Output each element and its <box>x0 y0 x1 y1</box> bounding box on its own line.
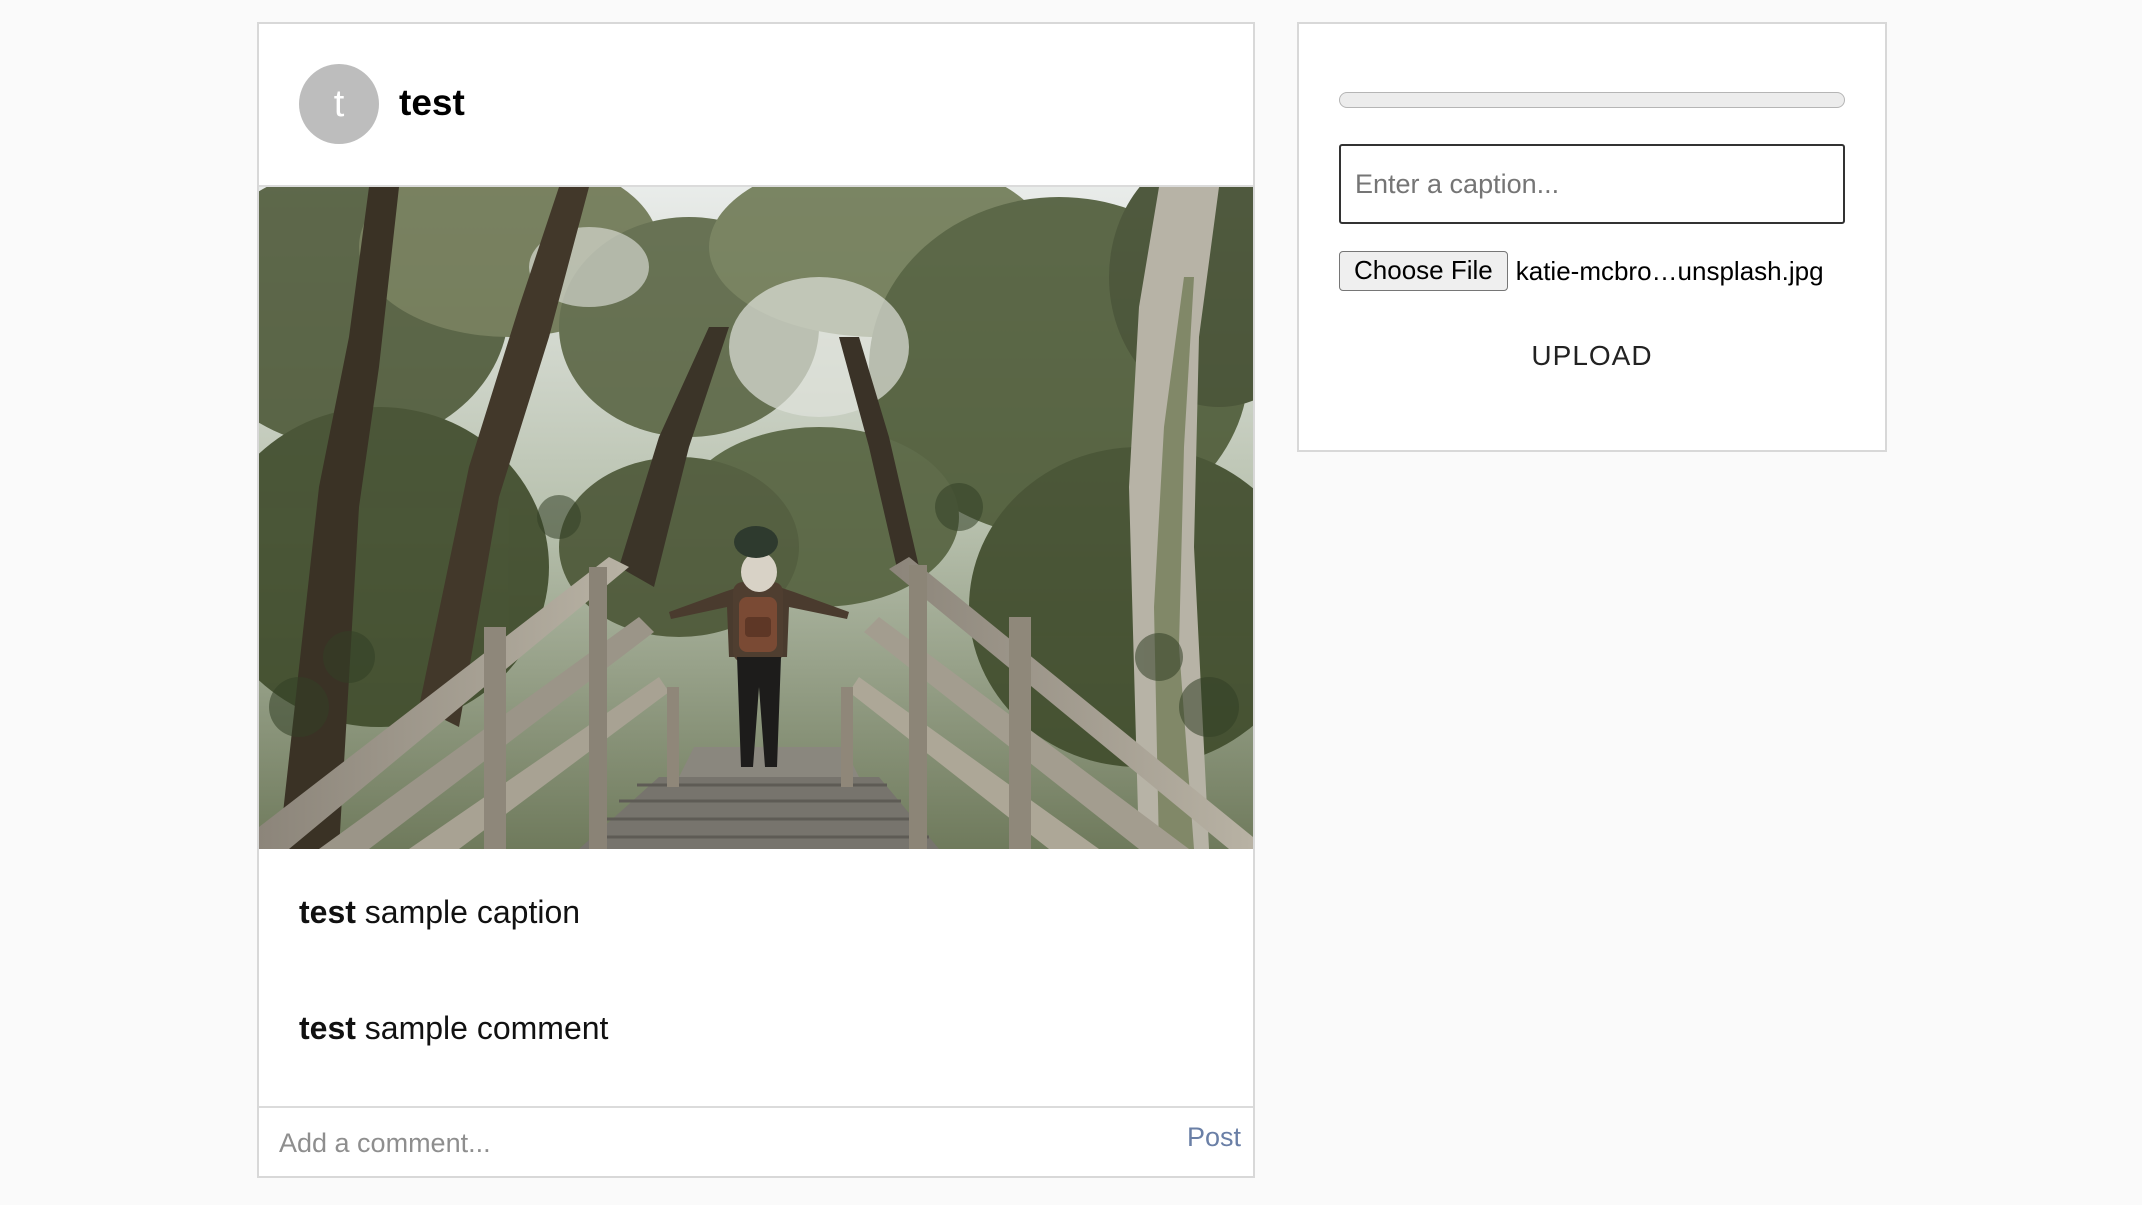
post-header: t test <box>259 24 1253 187</box>
selected-file-name: katie-mcbro…unsplash.jpg <box>1515 256 1824 286</box>
upload-panel: Choose Filekatie-mcbro…unsplash.jpg UPLO… <box>1297 22 1887 452</box>
comment-item: test sample comment <box>299 1010 608 1047</box>
upload-progress-bar <box>1339 92 1845 108</box>
caption-input[interactable] <box>1339 144 1845 224</box>
caption-text: sample caption <box>355 894 581 930</box>
file-picker: Choose File katie-mcbro…unsplash.jpg <box>1339 251 1824 291</box>
post-username[interactable]: test <box>399 82 465 124</box>
post-comment-button[interactable]: Post <box>1187 1122 1241 1153</box>
comment-input[interactable] <box>279 1121 1099 1165</box>
choose-file-button[interactable]: Choose File <box>1339 251 1508 291</box>
comment-text: sample comment <box>355 1010 609 1046</box>
post-photo <box>259 187 1253 849</box>
caption-username[interactable]: test <box>299 894 356 930</box>
comment-form: Post <box>259 1106 1253 1178</box>
post-caption: test sample caption <box>299 894 580 931</box>
post-image <box>259 187 1253 849</box>
post-card: t test test sample caption test sample c… <box>257 22 1255 1178</box>
upload-button[interactable]: UPLOAD <box>1299 340 1885 372</box>
avatar[interactable]: t <box>299 64 379 144</box>
comment-username[interactable]: test <box>299 1010 356 1046</box>
